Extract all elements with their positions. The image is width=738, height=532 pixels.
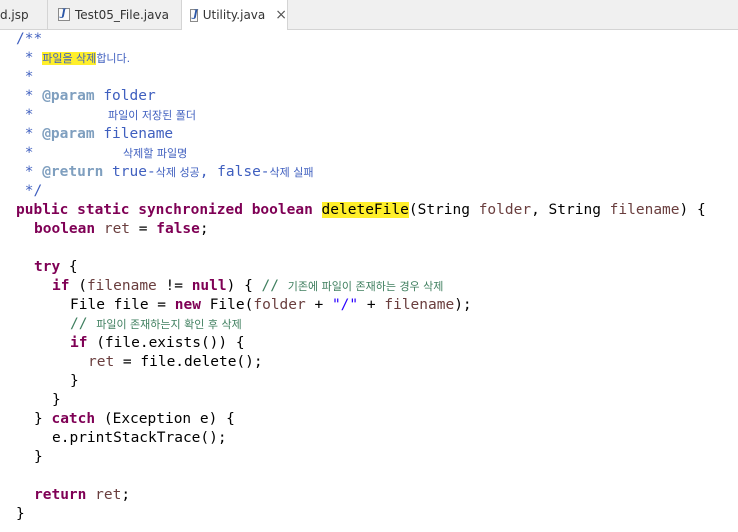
tab-test05-file-java[interactable]: Test05_File.java bbox=[48, 0, 182, 29]
code-line: boolean ret = false; bbox=[34, 221, 209, 237]
code-line: } bbox=[70, 373, 79, 389]
code-line: * @param folder bbox=[16, 88, 156, 104]
code-line: } bbox=[52, 392, 61, 408]
tab-label: d.jsp bbox=[0, 7, 29, 22]
code-line: } bbox=[34, 449, 43, 465]
code-editor[interactable]: /** * 파일을 삭제합니다. * * @param folder * 파일이 … bbox=[0, 30, 738, 532]
tab-label: Utility.java bbox=[202, 8, 266, 22]
code-line: /** bbox=[16, 31, 43, 47]
search-highlight: 파일을 삭제 bbox=[42, 52, 97, 65]
code-line: * 파일을 삭제합니다. bbox=[16, 50, 131, 66]
java-file-icon bbox=[190, 8, 198, 22]
code-line: * 파일이 저장된 폴더 bbox=[16, 107, 196, 123]
code-line: public static synchronized boolean delet… bbox=[16, 202, 706, 218]
java-file-icon bbox=[58, 8, 70, 21]
code-line: // 파일이 존재하는지 확인 후 삭제 bbox=[70, 316, 242, 332]
code-line: return ret; bbox=[34, 487, 131, 503]
method-name-highlight: deleteFile bbox=[321, 202, 409, 218]
tab-d-jsp[interactable]: d.jsp bbox=[0, 0, 48, 29]
code-line: * bbox=[16, 69, 34, 85]
code-line: * @param filename bbox=[16, 126, 174, 142]
code-line: * @return true-삭제 성공, false-삭제 실패 bbox=[16, 164, 314, 180]
code-line: } bbox=[16, 506, 25, 522]
code-line: */ bbox=[16, 183, 43, 199]
code-line: e.printStackTrace(); bbox=[52, 430, 227, 446]
code-line: if (file.exists()) { bbox=[70, 335, 245, 351]
tab-utility-java[interactable]: Utility.java × bbox=[182, 0, 288, 30]
code-line: * 삭제할 파일명 bbox=[16, 145, 188, 161]
code-line: try { bbox=[34, 259, 78, 275]
close-icon[interactable]: × bbox=[275, 8, 287, 22]
code-line: ret = file.delete(); bbox=[88, 354, 263, 370]
code-line: File file = new File(folder + "/" + file… bbox=[70, 297, 472, 313]
code-line: } catch (Exception e) { bbox=[34, 411, 235, 427]
code-line: if (filename != null) { // 기존에 파일이 존재하는 … bbox=[52, 278, 444, 294]
editor-tab-bar: d.jsp Test05_File.java Utility.java × bbox=[0, 0, 738, 30]
tab-label: Test05_File.java bbox=[75, 7, 169, 22]
